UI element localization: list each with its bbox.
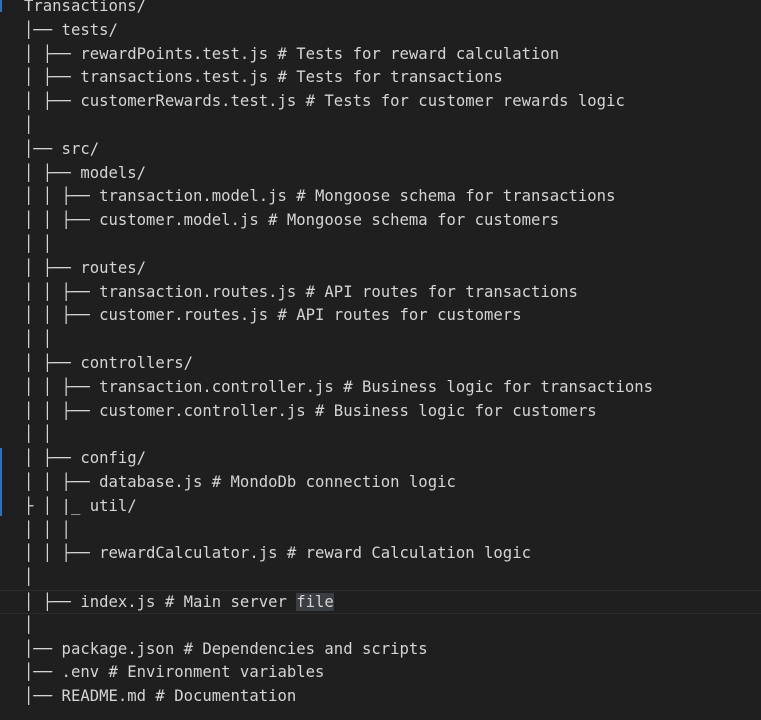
code-line-17: │ │ ├── transaction.controller.js # Busi… [24,377,654,396]
code-line-30: │── README.md # Documentation [24,687,297,706]
code-text: │ ├── index.js # Main server [24,593,297,611]
code-line-19: │ │ [24,425,53,444]
code-line-26-current: │ ├── index.js # Main server file [0,590,761,614]
code-line-18: │ │ ├── customer.controller.js # Busines… [24,401,597,420]
code-line-23: │ │ │ [24,520,71,539]
code-line-2: │── tests/ [24,20,118,39]
code-editor[interactable]: Transactions/ │── tests/ │ ├── rewardPoi… [0,0,761,720]
code-line-13: │ │ ├── transaction.routes.js # API rout… [24,282,578,301]
code-line-20: │ ├── config/ [24,449,147,468]
code-line-4: │ ├── transactions.test.js # Tests for t… [24,68,503,87]
code-line-22: ├ │ |_ util/ [24,496,137,515]
code-line-5: │ ├── customerRewards.test.js # Tests fo… [24,92,625,111]
code-line-16: │ ├── controllers/ [24,354,193,372]
code-line-27: │ [24,615,34,634]
word-highlight: file [296,593,334,611]
code-line-9: │ │ ├── transaction.model.js # Mongoose … [24,187,616,206]
code-line-11: │ │ [24,235,53,253]
code-line-29: │── .env # Environment variables [24,663,325,682]
code-line-8: │ ├── models/ [24,163,147,182]
code-line-25: │ [24,568,34,587]
code-line-6: │ [24,116,34,134]
code-line-24: │ │ ├── rewardCalculator.js # reward Cal… [24,544,531,563]
code-line-12: │ ├── routes/ [24,258,147,277]
code-line-21: │ │ ├── database.js # MondoDb connection… [24,473,456,491]
code-line-10: │ │ ├── customer.model.js # Mongoose sch… [24,211,560,230]
code-line-28: │── package.json # Dependencies and scri… [24,639,428,658]
code-line-3: │ ├── rewardPoints.test.js # Tests for r… [24,44,560,63]
code-line-15: │ │ [24,330,53,349]
code-line-14: │ │ ├── customer.routes.js # API routes … [24,306,522,325]
code-line-1: Transactions/ [24,0,147,15]
code-line-7: │── src/ [24,139,100,158]
